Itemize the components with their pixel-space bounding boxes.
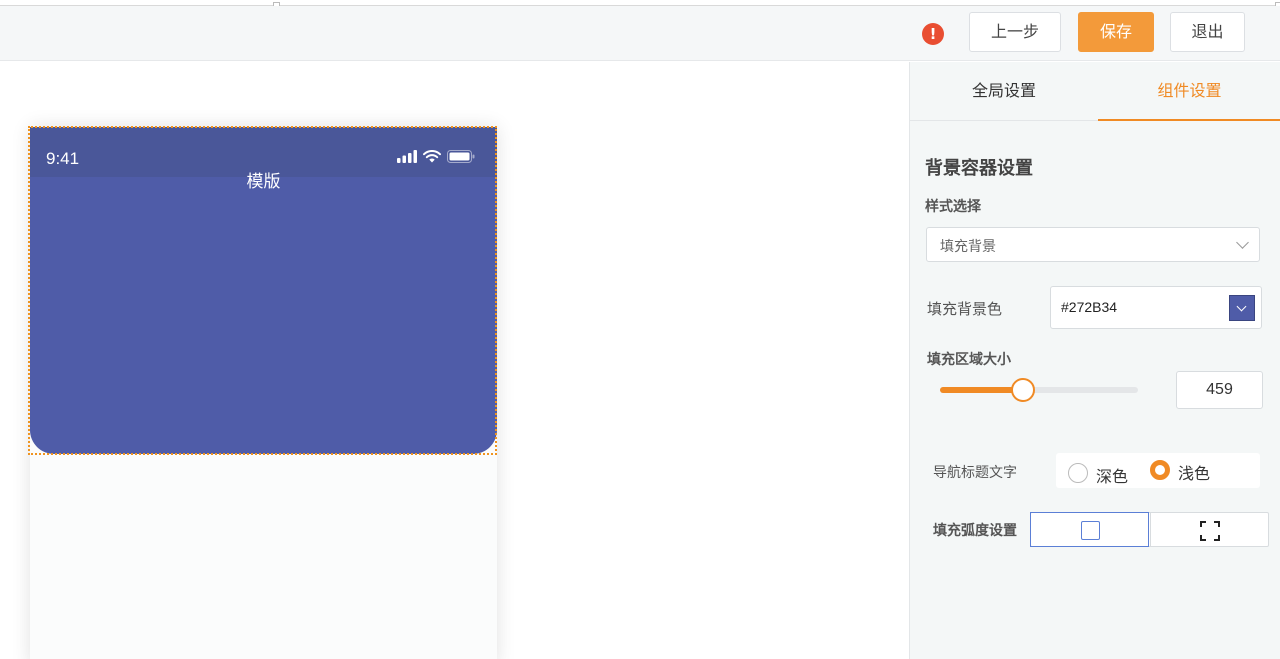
prev-step-button[interactable]: 上一步	[969, 12, 1061, 52]
fullscreen-corners-icon	[1200, 521, 1220, 541]
signal-icon	[397, 150, 417, 163]
fill-radius-label: 填充弧度设置	[933, 523, 1017, 539]
fill-color-input[interactable]: #272B34	[1050, 286, 1262, 329]
fill-color-label: 填充背景色	[927, 300, 1003, 318]
radio-dark[interactable]	[1068, 463, 1088, 483]
radio-dark-label[interactable]: 深色	[1096, 463, 1128, 487]
fill-size-label: 填充区域大小	[927, 352, 1011, 368]
battery-icon	[447, 150, 475, 163]
radius-option-fullscreen[interactable]	[1150, 513, 1269, 546]
fill-size-input[interactable]: 459	[1176, 371, 1263, 409]
nav-title: 模版	[246, 172, 281, 192]
nav-text-radio-group: 深色 浅色	[1056, 453, 1260, 488]
fill-size-slider[interactable]	[940, 378, 1138, 402]
radius-option-rounded[interactable]	[1030, 512, 1149, 547]
wifi-icon	[423, 150, 441, 163]
tab-global-settings[interactable]: 全局设置	[910, 62, 1098, 121]
phone-preview: 9:41 模版	[30, 127, 497, 659]
status-time: 9:41	[46, 149, 80, 168]
style-select-value: 填充背景	[940, 239, 996, 255]
chevron-down-icon	[1236, 236, 1249, 249]
save-button[interactable]: 保存	[1078, 12, 1154, 52]
tab-component-settings[interactable]: 组件设置	[1098, 62, 1280, 121]
style-select[interactable]: 填充背景	[926, 227, 1260, 262]
settings-panel: 全局设置 组件设置 背景容器设置 样式选择 填充背景 填充背景色 #272B34…	[909, 62, 1280, 659]
square-rounded-icon	[1081, 521, 1100, 540]
panel-tabs: 全局设置 组件设置	[910, 62, 1280, 121]
radio-light[interactable]	[1150, 460, 1170, 480]
section-title: 背景容器设置	[925, 158, 1033, 179]
fill-radius-segmented	[1030, 512, 1269, 547]
color-picker-dropdown-icon[interactable]	[1229, 295, 1255, 321]
status-icons	[397, 149, 475, 163]
exclamation-circle-icon[interactable]: !	[922, 23, 944, 45]
fill-color-value: #272B34	[1061, 299, 1118, 315]
top-toolbar: ! 上一步 保存 退出	[0, 6, 1280, 61]
slider-thumb[interactable]	[1011, 378, 1036, 402]
radio-light-label[interactable]: 浅色	[1178, 460, 1210, 484]
nav-text-label: 导航标题文字	[933, 465, 1017, 481]
style-select-label: 样式选择	[925, 199, 981, 215]
exit-button[interactable]: 退出	[1170, 12, 1245, 52]
